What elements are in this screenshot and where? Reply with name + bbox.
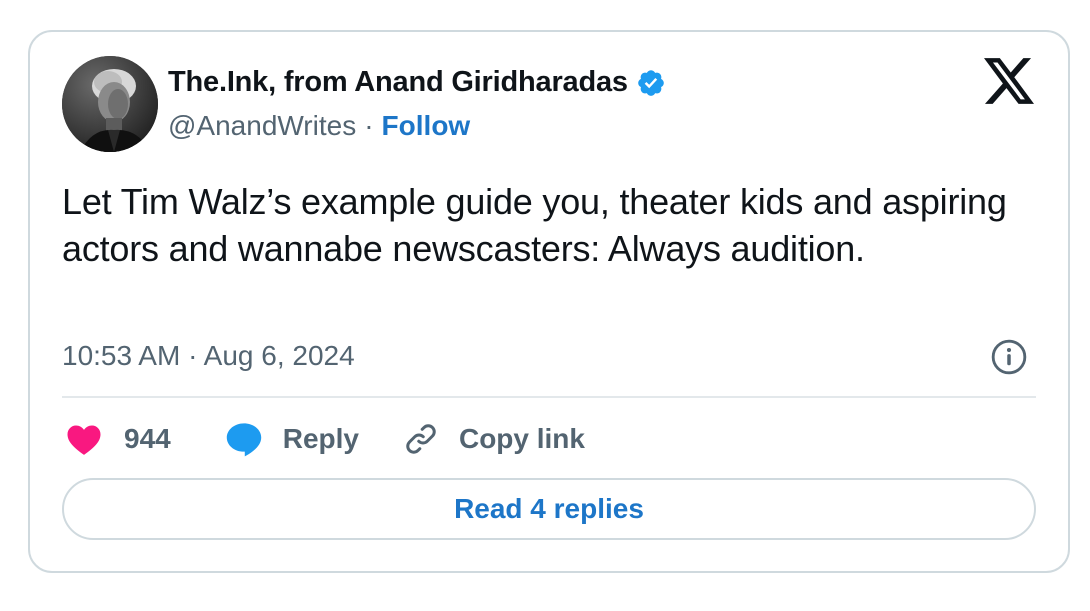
action-bar: 944 Reply Copy link xyxy=(66,418,585,460)
heart-icon xyxy=(67,425,101,455)
divider xyxy=(62,396,1036,398)
copy-link-label: Copy link xyxy=(458,423,585,454)
author-handle[interactable]: @AnandWrites xyxy=(168,110,356,142)
like-count: 944 xyxy=(124,423,171,454)
tweet-text: Let Tim Walz’s example guide you, theate… xyxy=(62,181,1007,269)
copy-link-button[interactable]: Copy link xyxy=(403,421,585,457)
handle-row: @AnandWrites · Follow xyxy=(168,110,470,142)
verified-badge-icon xyxy=(636,68,666,98)
author-name-row: The.Ink, from Anand Giridharadas xyxy=(168,66,666,99)
reply-button[interactable]: Reply xyxy=(225,421,359,457)
tweet-embed-card: The.Ink, from Anand Giridharadas @AnandW… xyxy=(28,30,1070,573)
link-icon xyxy=(406,424,436,454)
x-logo-icon[interactable] xyxy=(984,58,1034,104)
separator-dot: · xyxy=(364,110,374,141)
speech-bubble-icon xyxy=(226,423,261,457)
avatar[interactable] xyxy=(62,56,158,152)
info-icon[interactable] xyxy=(990,338,1028,376)
author-name[interactable]: The.Ink, from Anand Giridharadas xyxy=(168,66,628,99)
follow-button[interactable]: Follow xyxy=(382,110,471,142)
like-button[interactable]: 944 xyxy=(66,422,171,456)
read-replies-label: Read 4 replies xyxy=(454,493,644,524)
avatar-portrait-image xyxy=(62,56,158,152)
reply-label: Reply xyxy=(282,423,359,454)
tweet-timestamp[interactable]: 10:53 AM · Aug 6, 2024 xyxy=(62,340,355,372)
read-replies-button[interactable]: Read 4 replies xyxy=(62,478,1036,540)
